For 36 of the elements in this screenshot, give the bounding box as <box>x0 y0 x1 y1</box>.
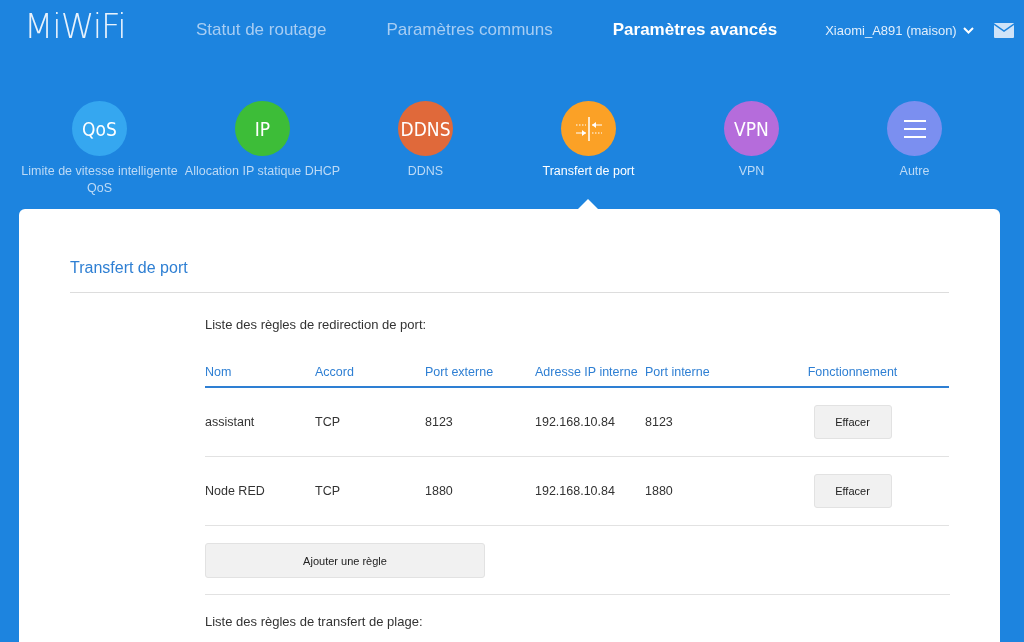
nav-tab[interactable]: Paramètres communs <box>386 20 553 40</box>
feature-icon: QoS <box>72 101 127 156</box>
logo: MiWiFi <box>24 6 127 46</box>
add-rule-button[interactable]: Ajouter une règle <box>205 543 485 578</box>
nav-tab[interactable]: Paramètres avancés <box>612 20 778 40</box>
router-dropdown[interactable]: Xiaomi_A891 (maison) <box>825 22 974 38</box>
column-header: Port externe <box>425 365 495 379</box>
table-cell-text: 192.168.10.84 <box>535 415 616 429</box>
column-header: Nom <box>205 365 233 379</box>
column-header: Adresse IP interne <box>535 365 639 379</box>
delete-button[interactable]: Effacer <box>813 474 892 508</box>
panel-title: Transfert de port <box>70 259 949 293</box>
column-header: Port interne <box>645 365 711 379</box>
feature-tab[interactable]: IP Allocation IP statique DHCP <box>181 101 344 209</box>
table-cell-text: 8123 <box>645 415 674 429</box>
table-cell-text: 192.168.10.84 <box>535 484 616 498</box>
column-header: Accord <box>315 365 355 379</box>
feature-icon: IP <box>235 101 290 156</box>
feature-tab[interactable]: VPN VPN <box>670 101 833 209</box>
feature-icon: VPN <box>724 101 779 156</box>
table-cell-text: 1880 <box>425 484 454 498</box>
table-cell-text: assistant <box>205 415 256 429</box>
table-cell-text: 1880 <box>645 484 674 498</box>
table-cell-text: TCP <box>315 415 341 429</box>
feature-icon: DDNS <box>398 101 453 156</box>
section-title: Liste des règles de redirection de port: <box>205 317 428 332</box>
column-header: Fonctionnement <box>806 365 899 379</box>
feature-tab[interactable]: QoS Limite de vitesse intelligente QoS <box>18 101 181 209</box>
table-cell-text: Node RED <box>205 484 266 498</box>
nav-tab[interactable]: Statut de routage <box>196 20 327 40</box>
table-cell-text: TCP <box>315 484 341 498</box>
table-cell-text: 8123 <box>425 415 454 429</box>
feature-tab[interactable]: DDNS DDNS <box>344 101 507 209</box>
feature-tab[interactable]: Autre <box>833 101 996 209</box>
section-title: Liste des règles de transfert de plage: <box>205 614 424 629</box>
delete-button[interactable]: Effacer <box>813 405 892 439</box>
